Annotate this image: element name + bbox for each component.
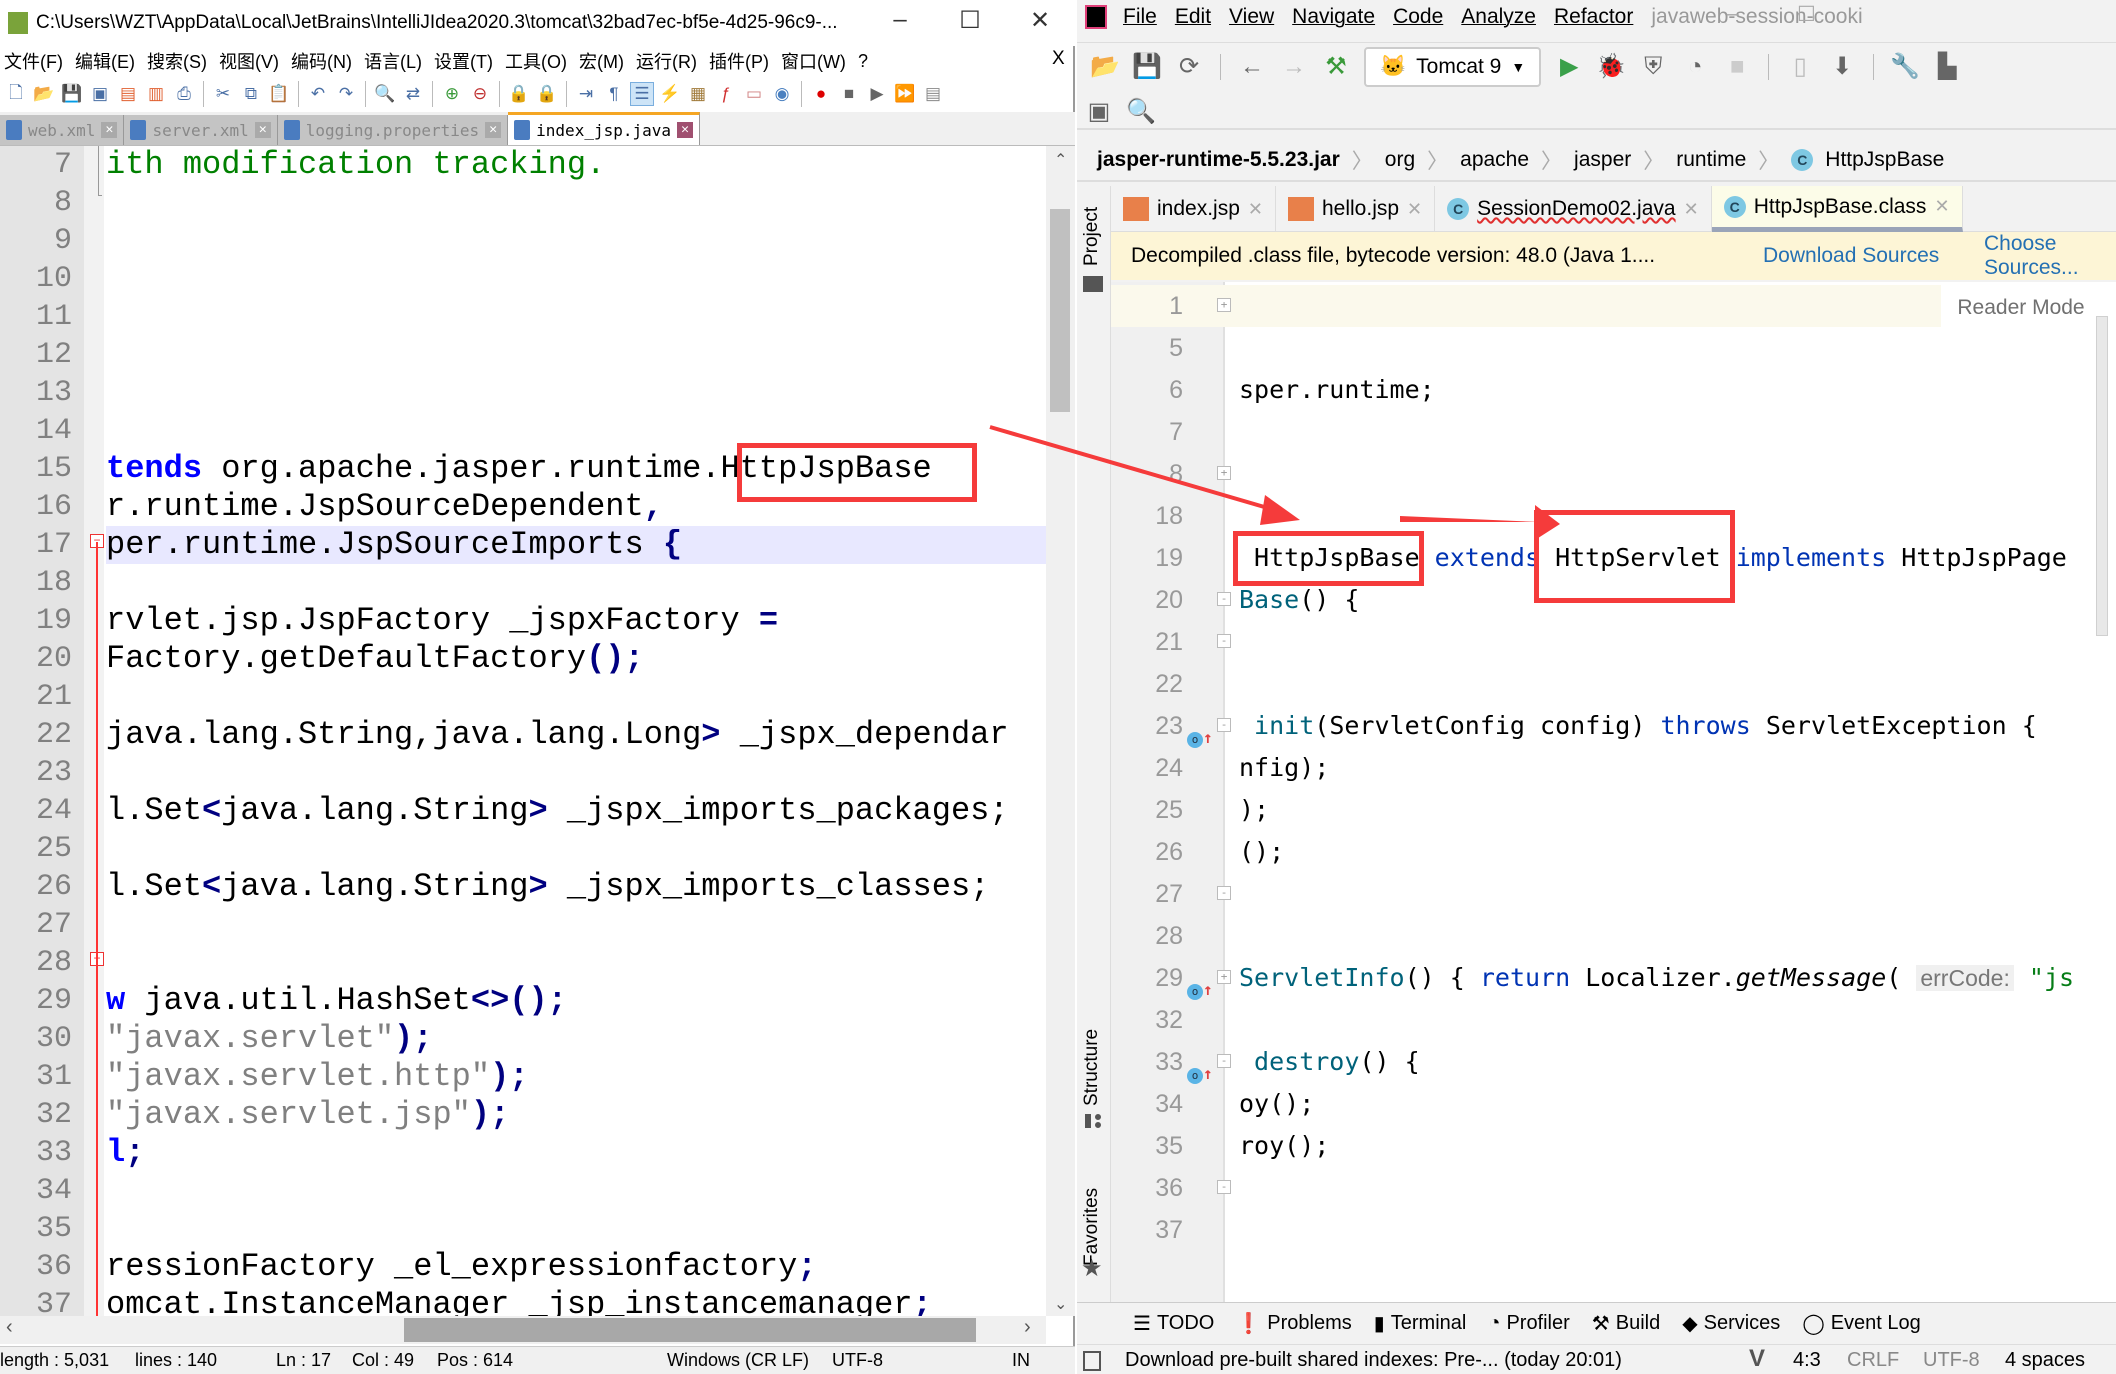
annotation-arrows [989, 425, 1560, 540]
arrow-to-httpjspbase [989, 425, 1300, 525]
arrow-to-httpservlet [1400, 505, 1560, 540]
